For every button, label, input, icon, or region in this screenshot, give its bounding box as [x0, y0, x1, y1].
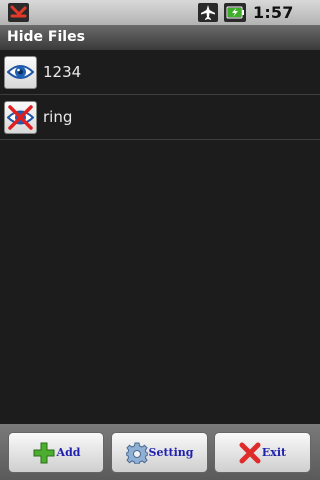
- status-bar: 1:57 PM: [0, 0, 320, 41]
- add-button-label: Add: [56, 446, 81, 459]
- add-button[interactable]: Add: [8, 432, 104, 473]
- eye-crossed-icon[interactable]: [4, 100, 37, 134]
- gear-icon: [125, 442, 148, 464]
- setting-button[interactable]: Setting: [111, 432, 208, 473]
- missed-notification-icon[interactable]: [8, 3, 29, 22]
- list-item-label: ring: [43, 108, 73, 126]
- setting-button-label: Setting: [148, 446, 194, 459]
- bottom-toolbar: Add Setting Exit: [0, 424, 320, 480]
- battery-charging-icon: [224, 3, 246, 22]
- airplane-mode-icon: [198, 3, 218, 22]
- list-item[interactable]: 1234: [0, 50, 320, 95]
- page-title: Hide Files: [0, 25, 320, 50]
- hidden-files-list: 1234 ring: [0, 50, 320, 424]
- eye-icon[interactable]: [4, 55, 37, 89]
- plus-icon: [33, 442, 55, 463]
- list-item[interactable]: ring: [0, 95, 320, 140]
- exit-button-label: Exit: [261, 446, 287, 459]
- exit-button[interactable]: Exit: [214, 432, 311, 473]
- list-item-label: 1234: [43, 63, 82, 81]
- close-icon: [239, 442, 261, 463]
